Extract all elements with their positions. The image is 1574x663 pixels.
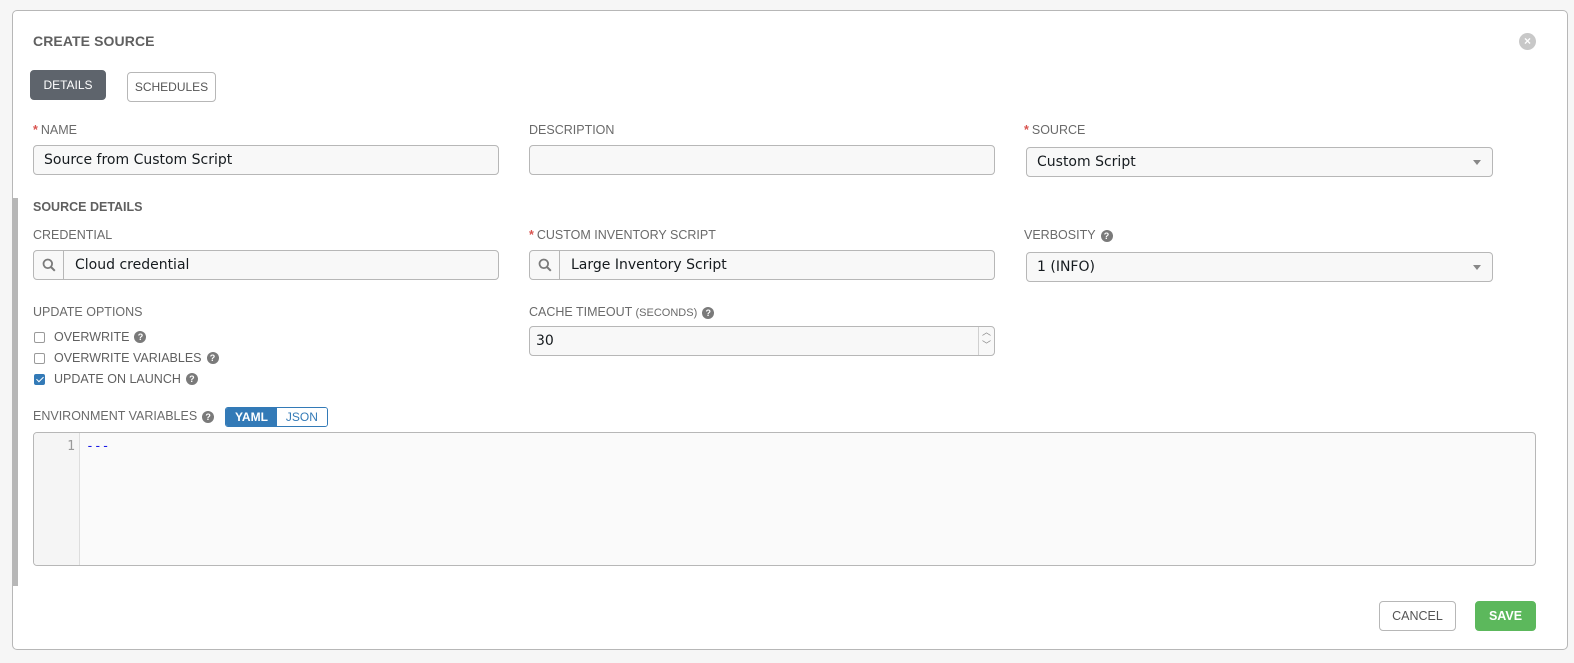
verbosity-select[interactable]: 1 (INFO): [1026, 252, 1493, 282]
tab-details[interactable]: DETAILS: [30, 70, 106, 100]
environment-variables-editor[interactable]: 1 ---: [33, 432, 1536, 566]
update-on-launch-label: UPDATE ON LAUNCH: [54, 372, 181, 386]
credential-lookup: Cloud credential: [33, 250, 499, 280]
credential-label: CREDENTIAL: [33, 228, 113, 242]
format-toggle: YAML JSON: [225, 407, 328, 427]
chevron-down-icon: [1473, 265, 1481, 270]
required-marker: *: [529, 228, 534, 242]
help-icon[interactable]: ?: [1100, 230, 1113, 242]
name-input[interactable]: Source from Custom Script: [33, 145, 499, 175]
credential-input[interactable]: Cloud credential: [64, 251, 189, 279]
dialog-title: CREATE SOURCE: [33, 33, 155, 49]
chevron-up-icon[interactable]: ︿: [979, 327, 994, 340]
cancel-button[interactable]: CANCEL: [1379, 601, 1456, 631]
source-select[interactable]: Custom Script: [1026, 147, 1493, 177]
json-toggle-button[interactable]: JSON: [276, 408, 327, 426]
help-icon[interactable]: ?: [185, 373, 198, 385]
description-input[interactable]: [529, 145, 995, 175]
script-search-button[interactable]: [530, 251, 560, 279]
create-source-dialog: CREATE SOURCE × DETAILS SCHEDULES * NAME …: [12, 10, 1568, 650]
update-on-launch-checkbox[interactable]: [34, 373, 45, 385]
line-number: 1: [67, 439, 75, 454]
name-label: * NAME: [33, 123, 77, 137]
search-icon: [538, 258, 552, 272]
credential-search-button[interactable]: [34, 251, 64, 279]
yaml-toggle-button[interactable]: YAML: [226, 408, 277, 426]
source-select-value: Custom Script: [1037, 154, 1136, 170]
description-label: DESCRIPTION: [529, 123, 615, 137]
source-label: * SOURCE: [1024, 123, 1086, 137]
overwrite-option: OVERWRITE ?: [34, 330, 147, 344]
update-on-launch-option: UPDATE ON LAUNCH ?: [34, 372, 198, 386]
cache-timeout-input[interactable]: 30 ︿ ﹀: [529, 326, 995, 356]
overwrite-checkbox[interactable]: [34, 331, 45, 343]
search-icon: [42, 258, 56, 272]
cache-timeout-label: CACHE TIMEOUT (SECONDS)?: [529, 305, 715, 319]
required-marker: *: [1024, 123, 1029, 137]
overwrite-variables-label: OVERWRITE VARIABLES: [54, 351, 202, 365]
line-number-gutter: 1: [34, 433, 80, 565]
number-spinner[interactable]: ︿ ﹀: [978, 327, 994, 355]
help-icon[interactable]: ?: [134, 331, 147, 343]
environment-variables-label: ENVIRONMENT VARIABLES?: [33, 409, 215, 423]
verbosity-select-value: 1 (INFO): [1037, 259, 1095, 275]
update-options-label: UPDATE OPTIONS: [33, 305, 143, 319]
help-icon[interactable]: ?: [702, 307, 715, 319]
overwrite-variables-option: OVERWRITE VARIABLES ?: [34, 351, 219, 365]
help-icon[interactable]: ?: [206, 352, 219, 364]
source-details-title: SOURCE DETAILS: [33, 200, 143, 214]
cache-timeout-value: 30: [536, 333, 554, 349]
help-icon[interactable]: ?: [202, 411, 215, 423]
custom-inventory-script-input[interactable]: Large Inventory Script: [560, 251, 727, 279]
close-icon[interactable]: ×: [1519, 33, 1536, 50]
custom-inventory-script-lookup: Large Inventory Script: [529, 250, 995, 280]
editor-content[interactable]: ---: [86, 439, 109, 454]
tab-schedules[interactable]: SCHEDULES: [127, 72, 216, 102]
custom-inventory-script-label: * CUSTOM INVENTORY SCRIPT: [529, 228, 716, 242]
verbosity-label: VERBOSITY?: [1024, 228, 1113, 242]
chevron-down-icon[interactable]: ﹀: [979, 340, 994, 353]
overwrite-variables-checkbox[interactable]: [34, 352, 45, 364]
save-button[interactable]: SAVE: [1475, 601, 1536, 631]
required-marker: *: [33, 123, 38, 137]
section-indicator-bar: [13, 198, 18, 586]
chevron-down-icon: [1473, 160, 1481, 165]
overwrite-label: OVERWRITE: [54, 330, 130, 344]
